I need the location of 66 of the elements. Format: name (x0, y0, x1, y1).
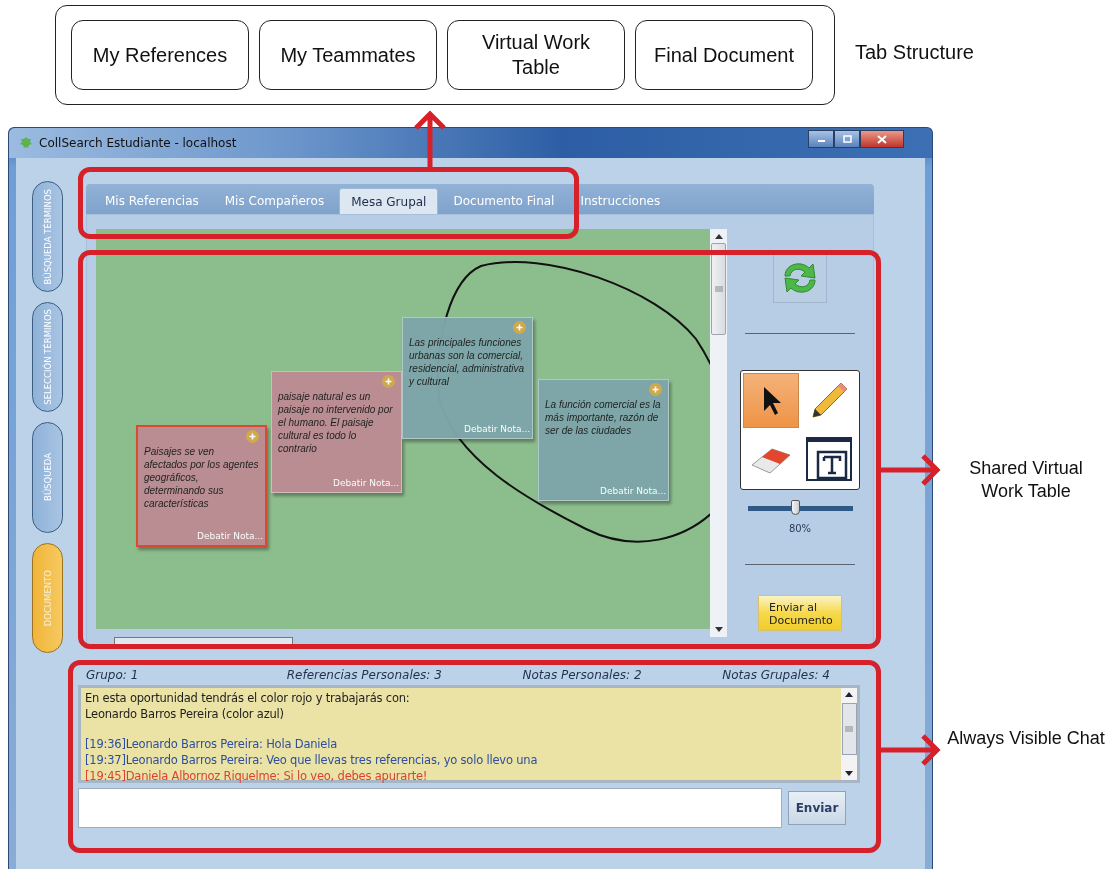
stat-label: Notas Grupales: 4 (722, 668, 830, 682)
tab-structure-label: Final Document (635, 20, 813, 90)
side-tab[interactable]: DOCUMENTO (32, 542, 63, 653)
grip-icon (714, 286, 723, 292)
window-title: CollSearch Estudiante - localhost (39, 136, 237, 150)
discuss-note-link[interactable]: Debatir Nota... (600, 486, 667, 496)
callout-arrow (881, 452, 941, 488)
pointer-tool[interactable] (743, 373, 799, 428)
scroll-down-icon[interactable] (713, 627, 724, 633)
tab[interactable]: Mesa Grupal (339, 188, 439, 214)
sticky-note[interactable]: Las principales funciones urbanas son la comercial, residencial, administrativa y cultural Debatir Nota... (402, 317, 533, 439)
chat-input-field[interactable] (78, 788, 782, 828)
scroll-up-icon[interactable] (713, 233, 724, 239)
minimize-button[interactable] (808, 130, 834, 148)
send-to-document-button[interactable]: Enviar al Documento (758, 595, 842, 632)
tab[interactable]: Documento Final (442, 188, 566, 214)
scroll-up-icon[interactable] (844, 691, 854, 697)
app-icon (19, 136, 33, 150)
chat-message: En esta oportunidad tendrás el color rojo y trabajarás con: (85, 690, 411, 706)
side-tab[interactable]: BÚSQUEDA (32, 422, 63, 533)
text-box-icon (804, 435, 854, 482)
callout-arrow (881, 732, 941, 768)
add-icon[interactable] (513, 321, 526, 334)
note-text: La función comercial es la más importante, razón de ser de las ciudades (545, 398, 662, 437)
side-tab[interactable]: SELECCIÓN TÉRMINOS (32, 301, 63, 412)
add-icon[interactable] (382, 375, 395, 388)
add-icon[interactable] (649, 383, 662, 396)
scroll-down-icon[interactable] (844, 771, 854, 777)
callout-label: Shared Virtual Work Table (968, 457, 1084, 504)
vertical-scrollbar[interactable] (710, 229, 727, 637)
tab-structure-label: My Teammates (259, 20, 437, 90)
refresh-button[interactable] (773, 253, 827, 303)
discuss-note-link[interactable]: Debatir Nota... (464, 424, 531, 434)
note-text: Paisajes se ven afectados por los agentes geográficos, determinando sus características (144, 445, 259, 510)
discuss-note-link[interactable]: Debatir Nota... (333, 478, 400, 488)
tab-structure-label: Virtual Work Table (447, 20, 625, 90)
chat-scrollbar[interactable] (841, 688, 857, 780)
close-button[interactable] (860, 130, 904, 148)
side-tab[interactable]: BÚSQUEDA TÉRMINOS (32, 181, 63, 292)
tab[interactable]: Mis Referencias (94, 188, 210, 214)
tab-structure-caption: Tab Structure (855, 41, 974, 64)
grip-icon (845, 726, 853, 732)
zoom-reading: 80% (788, 523, 812, 534)
sticky-note[interactable]: La función comercial es la más importante, razón de ser de las ciudades Debatir Nota... (538, 379, 669, 501)
callout-label: Always Visible Chat (946, 727, 1106, 750)
stat-label: Notas Personales: 2 (522, 668, 642, 682)
sticky-note[interactable]: Paisajes se ven afectados por los agentes geográficos, determinando sus características Debatir Nota... (136, 425, 267, 547)
maximize-button[interactable] (834, 130, 860, 148)
stat-label: Referencias Personales: 3 (286, 668, 442, 682)
maximize-icon (842, 135, 852, 143)
note-text: Las principales funciones urbanas son la comercial, residencial, administrativa y cultural (409, 336, 526, 388)
chat-message: [19:36]Leonardo Barros Pereira: Hola Daniela (85, 736, 339, 752)
chat-message: Leonardo Barros Pereira (color azul) (85, 706, 285, 722)
discuss-note-link[interactable]: Debatir Nota... (197, 531, 264, 541)
note-text: paisaje natural es un paisaje no intervenido por el humano. El paisaje cultural es todo lo contrario (278, 390, 394, 455)
tab[interactable]: Instrucciones (569, 188, 672, 214)
slider-thumb[interactable] (790, 500, 800, 515)
tab[interactable]: Mis Compañeros (213, 188, 336, 214)
close-icon (877, 134, 887, 144)
add-icon[interactable] (246, 430, 259, 443)
send-button[interactable]: Enviar (788, 791, 846, 825)
tab-structure-label: My References (71, 20, 249, 90)
chat-message: [19:37]Leonardo Barros Pereira: Veo que llevas tres referencias, yo solo llevo una (85, 752, 539, 768)
stat-label: Grupo: 1 (86, 668, 140, 682)
sticky-note[interactable]: paisaje natural es un paisaje no intervenido por el humano. El paisaje cultural es todo lo contrario Debatir Nota... (271, 371, 402, 493)
chat-message: [19:45]Daniela Albornoz Riquelme: Si lo veo, debes apurarte! (85, 768, 429, 784)
